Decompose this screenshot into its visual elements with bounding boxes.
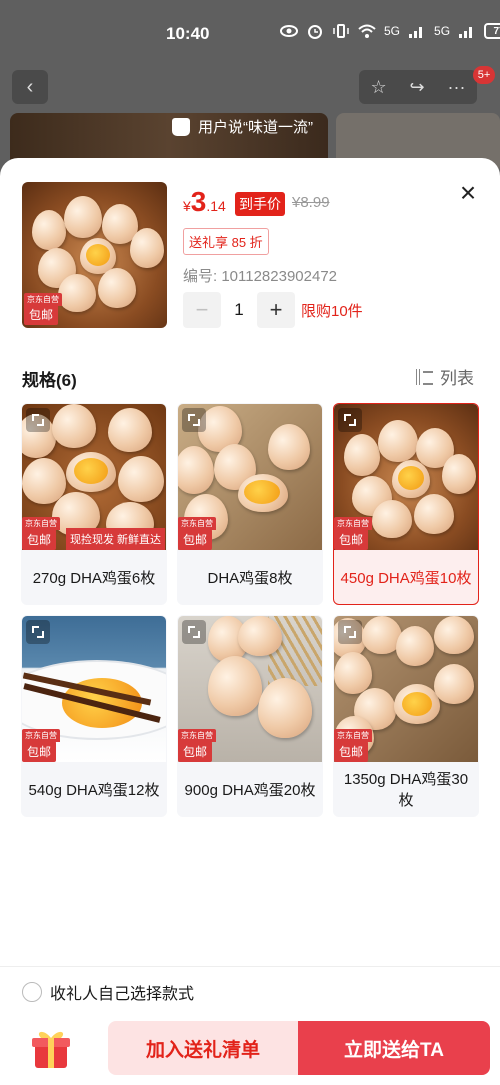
alarm-icon [308,25,322,39]
option-image: 京东自营 包邮 [334,616,478,762]
top-actions: ☆ ↪ ··· [359,70,477,104]
expand-icon[interactable] [338,620,362,644]
signal-icon [409,27,423,38]
status-time: 10:40 [166,24,210,43]
option-label: 900g DHA鸡蛋20枚 [184,781,316,799]
gift-discount-badge: 送礼享 85 折 [183,228,269,255]
radio-button[interactable] [22,982,42,1002]
expand-icon[interactable] [182,408,206,432]
wifi-icon [358,24,376,38]
star-icon[interactable]: ☆ [370,77,386,98]
option-image: 京东自营 包邮 [334,404,478,550]
expand-icon[interactable] [26,408,50,432]
quantity-value[interactable]: 1 [221,300,257,320]
recipient-choice-label: 收礼人自己选择款式 [50,986,195,1003]
share-icon[interactable]: ↪ [410,77,425,98]
price-integer: 3 [190,186,207,217]
add-to-gift-list-button[interactable]: 加入送礼清单 [108,1021,298,1075]
spec-sheet: 京东自营 包邮 ¥ 3 .14 到手价 ¥8.99 送礼享 85 折 编号: 1… [0,158,500,1085]
expand-icon[interactable] [338,408,362,432]
divider [0,966,500,967]
price-symbol: ¥ [183,198,191,214]
final-price-tag: 到手价 [235,192,285,216]
option-label: DHA鸡蛋8枚 [207,569,293,587]
quantity-stepper: − 1 + 限购10件 [183,292,363,328]
signal-5g-label-1: 5G [384,24,401,38]
product-image[interactable]: 京东自营 包邮 [22,182,167,328]
purchase-limit: 限购10件 [301,302,363,320]
message-badge: 5+ [473,66,495,84]
original-price: ¥8.99 [292,194,330,211]
option-label: 270g DHA鸡蛋6枚 [32,569,156,587]
close-icon: × [459,177,477,208]
increase-button[interactable]: + [257,292,295,328]
spec-option-540g[interactable]: 京东自营 包邮 540g DHA鸡蛋12枚 [21,615,167,817]
option-image: 京东自营 包邮 [178,404,322,550]
bottom-action-bar: 加入送礼清单 立即送给TA [0,1016,500,1085]
list-icon [416,368,434,385]
gift-icon[interactable] [29,1026,73,1070]
thumbs-up-icon [172,117,190,136]
option-image: 京东自营 包邮 [178,616,322,762]
expand-icon[interactable] [26,620,50,644]
signal-icon-2 [459,27,473,38]
signal-5g-label-2: 5G [434,24,451,38]
price-decimal: .14 [206,198,226,214]
spec-option-1350g[interactable]: 京东自营 包邮 1350g DHA鸡蛋30枚 [333,615,479,817]
free-shipping-tag: 包邮 [334,529,369,550]
option-image: 京东自营 包邮 现捡现发 新鲜直达 [22,404,166,550]
free-shipping-tag: 包邮 [178,741,213,762]
list-view-toggle[interactable]: 列表 [416,364,474,389]
status-bar: 10:40 5G 5G 77 [0,0,500,66]
option-image: 京东自营 包邮 [22,616,166,762]
back-button[interactable]: ‹ [12,70,48,104]
vibrate-icon [333,24,349,38]
option-promo: 现捡现发 新鲜直达 [66,528,166,550]
free-shipping-tag: 包邮 [178,529,213,550]
list-view-label: 列表 [440,369,474,388]
chevron-left-icon: ‹ [26,75,34,98]
free-shipping-tag: 包邮 [334,741,369,762]
spec-option-270g[interactable]: 京东自营 包邮 现捡现发 新鲜直达 270g DHA鸡蛋6枚 [21,403,167,605]
option-label: 540g DHA鸡蛋12枚 [28,781,160,799]
eye-icon [280,25,298,37]
option-label: 450g DHA鸡蛋10枚 [340,569,472,587]
free-shipping-tag: 包邮 [24,304,59,325]
spec-option-450g[interactable]: 京东自营 包邮 450g DHA鸡蛋10枚 [333,403,479,605]
option-label: 1350g DHA鸡蛋30枚 [343,771,469,809]
spec-option-8pcs[interactable]: 京东自营 包邮 DHA鸡蛋8枚 [177,403,323,605]
spec-grid: 京东自营 包邮 现捡现发 新鲜直达 270g DHA鸡蛋6枚 京东自营 包邮 D… [21,403,479,817]
battery-icon: 77 [484,23,500,39]
price: ¥ 3 .14 [183,186,226,218]
free-shipping-tag: 包邮 [22,529,57,550]
more-icon[interactable]: ··· [448,77,466,98]
close-button[interactable]: × [454,177,482,208]
review-quote-text: 用户说“味道一流” [198,119,313,136]
decrease-button[interactable]: − [183,292,221,328]
sku-number: 编号: 10112823902472 [183,268,338,285]
expand-icon[interactable] [182,620,206,644]
free-shipping-tag: 包邮 [22,741,57,762]
spec-option-900g[interactable]: 京东自营 包邮 900g DHA鸡蛋20枚 [177,615,323,817]
status-icons: 5G 5G 77 [280,23,500,39]
send-now-button[interactable]: 立即送给TA [298,1021,490,1075]
spec-title: 规格(6) [22,371,77,390]
review-quote: 用户说“味道一流” [172,116,313,137]
recipient-choice-option[interactable]: 收礼人自己选择款式 [22,980,194,1004]
